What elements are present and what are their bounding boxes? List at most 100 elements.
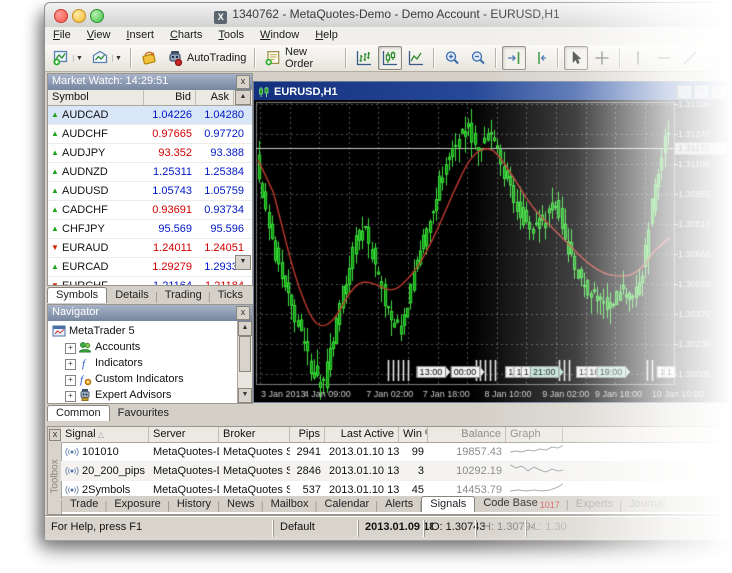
signal-row-20_200_pips[interactable]: 20_200_pipsMetaQuotes-DemoMetaQuotes Sof…	[61, 462, 728, 481]
navigator-header[interactable]: Navigator x	[48, 305, 252, 321]
tab-favourites[interactable]: Favourites	[110, 406, 177, 421]
scroll-down-icon[interactable]: ▼	[235, 255, 251, 270]
column-bid[interactable]: Bid	[144, 90, 196, 105]
vertical-line-icon	[629, 49, 647, 67]
tab-common[interactable]: Common	[47, 405, 110, 421]
tab-signals[interactable]: Signals	[421, 496, 475, 512]
tab-news[interactable]: News|	[219, 497, 263, 512]
tree-item-accounts[interactable]: +Accounts	[48, 339, 236, 355]
tab-trade[interactable]: Trade|	[62, 497, 106, 512]
expand-icon[interactable]: +	[65, 391, 76, 402]
market-watch-row-audusd[interactable]: ▲AUDUSD1.057431.05759	[48, 182, 252, 201]
minimize-icon[interactable]: _	[677, 85, 692, 99]
market-watch-row-eurcad[interactable]: ▲EURCAD1.292791.29330	[48, 258, 252, 277]
market-watch-row-audnzd[interactable]: ▲AUDNZD1.253111.25384	[48, 163, 252, 182]
scroll-down-icon[interactable]: ▼	[238, 388, 252, 403]
menu-item-insert[interactable]: Insert	[118, 27, 162, 41]
shift-end-button[interactable]	[502, 46, 526, 70]
accounts-icon	[78, 340, 92, 354]
candlestick-button[interactable]	[378, 46, 402, 70]
tree-item-label: Custom Indicators	[95, 371, 184, 387]
profiles-button[interactable]: ▼	[88, 46, 125, 70]
tree-item-custom-indicators[interactable]: +fCustom Indicators	[48, 371, 236, 387]
close-icon[interactable]: x	[49, 429, 61, 441]
tab-alerts[interactable]: Alerts|	[377, 497, 421, 512]
column-pips[interactable]: Pips	[290, 427, 325, 442]
column-ask[interactable]: Ask	[196, 90, 234, 105]
column-server[interactable]: Server	[149, 427, 219, 442]
crosshair-button[interactable]	[590, 46, 614, 70]
market-watch-row-audjpy[interactable]: ▲AUDJPY93.35293.388	[48, 144, 252, 163]
channel-button[interactable]	[704, 46, 728, 70]
menu-item-help[interactable]: Help	[307, 27, 346, 41]
expand-icon[interactable]: +	[65, 343, 76, 354]
new-chart-button[interactable]: ▼	[49, 46, 86, 70]
title-bar[interactable]: X1340762 - MetaQuotes-Demo - Demo Accoun…	[45, 3, 729, 28]
scroll-up-icon[interactable]: ▲	[235, 90, 251, 105]
scroll-up-icon[interactable]: ▲	[238, 321, 252, 336]
market-watch-row-cadchf[interactable]: ▲CADCHF0.936910.93734	[48, 201, 252, 220]
status-profile[interactable]: Default	[273, 520, 365, 537]
chart-title-bar[interactable]: EURUSD,H1 _ □ x	[254, 82, 730, 100]
close-icon[interactable]: x	[236, 306, 250, 320]
navigator-scrollbar[interactable]: ▲ ▼	[237, 321, 252, 403]
maximize-icon[interactable]: □	[694, 85, 709, 99]
menu-item-view[interactable]: View	[79, 27, 119, 41]
column-win-[interactable]: Win %	[399, 427, 428, 442]
market-watch-header[interactable]: Market Watch: 14:29:51 x	[48, 74, 252, 90]
signal-row-101010[interactable]: 101010MetaQuotes-DemoMetaQuotes Soft...2…	[61, 443, 728, 462]
expand-icon[interactable]: +	[65, 375, 76, 386]
menu-item-file[interactable]: File	[45, 27, 79, 41]
tab-calendar[interactable]: Calendar|	[316, 497, 377, 512]
bar-chart-button[interactable]	[352, 46, 376, 70]
scrollbar-thumb[interactable]	[239, 336, 251, 372]
chevron-down-icon[interactable]: ▼	[73, 55, 83, 62]
tab-ticks[interactable]: Ticks	[210, 288, 251, 303]
menu-item-window[interactable]: Window	[252, 27, 307, 41]
tree-item-metatrader-5[interactable]: MetaTrader 5	[48, 323, 236, 339]
tab-experts[interactable]: Experts|	[568, 497, 621, 512]
column-broker[interactable]: Broker	[219, 427, 290, 442]
tab-symbols[interactable]: Symbols	[47, 287, 107, 303]
new-order-button[interactable]: New Order	[261, 46, 340, 70]
tree-item-indicators[interactable]: +fIndicators	[48, 355, 236, 371]
column-last-active[interactable]: Last Active	[325, 427, 399, 442]
market-watch-row-audcad[interactable]: ▲AUDCAD1.042261.04280	[48, 106, 252, 125]
autotrading-button[interactable]: AutoTrading	[163, 46, 250, 70]
tab-journal[interactable]: Journal	[621, 497, 673, 512]
close-icon[interactable]: x	[236, 75, 250, 89]
toolbox-vertical-label: Toolbox	[50, 454, 61, 500]
market-watch-column-headers[interactable]: Symbol Bid Ask ▲	[48, 90, 252, 106]
column-signal[interactable]: Signal △	[61, 427, 149, 442]
tab-details[interactable]: Details|	[107, 288, 157, 303]
zoom-out-button[interactable]	[466, 46, 490, 70]
column-symbol[interactable]: Symbol	[48, 90, 144, 105]
cursor-button[interactable]	[564, 46, 588, 70]
vertical-line-button[interactable]	[626, 46, 650, 70]
menu-item-charts[interactable]: Charts	[162, 27, 210, 41]
tab-code-base[interactable]: Code Base1017|	[475, 496, 567, 512]
auto-scroll-button[interactable]	[528, 46, 552, 70]
tester-button[interactable]	[137, 46, 161, 70]
toolbox-column-headers[interactable]: Signal △ServerBrokerPipsLast ActiveWin %…	[61, 427, 728, 443]
price-chart-canvas[interactable]	[254, 100, 728, 401]
market-watch-row-chfjpy[interactable]: ▲CHFJPY95.56995.596	[48, 220, 252, 239]
menu-item-tools[interactable]: Tools	[210, 27, 252, 41]
tab-exposure[interactable]: Exposure|	[106, 497, 168, 512]
svg-text:f: f	[82, 358, 87, 370]
column-graph[interactable]: Graph	[506, 427, 563, 442]
zoom-in-button[interactable]	[440, 46, 464, 70]
market-watch-row-audchf[interactable]: ▲AUDCHF0.976650.97720	[48, 125, 252, 144]
tree-item-expert-advisors[interactable]: +Expert Advisors	[48, 387, 236, 403]
tab-mailbox[interactable]: Mailbox|	[263, 497, 317, 512]
horizontal-line-button[interactable]	[652, 46, 676, 70]
market-watch-row-euraud[interactable]: ▼EURAUD1.240111.24051	[48, 239, 252, 258]
tab-history[interactable]: History|	[169, 497, 219, 512]
expand-icon[interactable]: +	[65, 359, 76, 370]
tab-trading[interactable]: Trading|	[157, 288, 210, 303]
close-icon[interactable]: x	[711, 85, 726, 99]
line-chart-button[interactable]	[404, 46, 428, 70]
trendline-button[interactable]	[678, 46, 702, 70]
chevron-down-icon[interactable]: ▼	[112, 55, 122, 62]
column-balance[interactable]: Balance	[428, 427, 506, 442]
